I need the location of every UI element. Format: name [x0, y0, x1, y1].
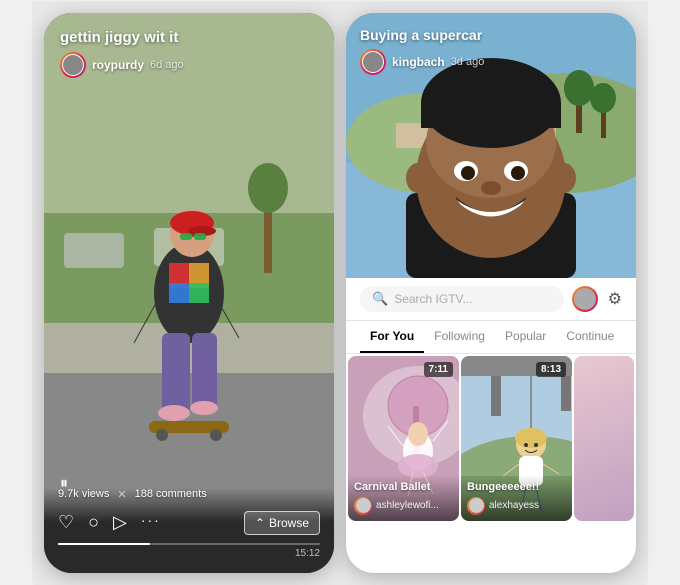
comments-count: 188 comments [135, 488, 207, 500]
right-user-row: kingbach 3d ago [360, 49, 622, 75]
right-phone: Buying a supercar kingbach 3d ago 🔍 Sear… [346, 13, 636, 573]
thumb1-username: ashleylewofi... [376, 500, 439, 511]
more-options-icon[interactable]: ··· [141, 512, 161, 533]
actions-row: ♡ ○ ▷ ··· ⌃ Browse [58, 511, 320, 535]
thumb1-user-row: ashleylewofi... [354, 497, 453, 515]
search-placeholder: Search IGTV... [394, 292, 472, 306]
video-duration: 15:12 [295, 548, 320, 559]
thumb2-duration: 8:13 [536, 362, 566, 377]
right-username[interactable]: kingbach [392, 55, 445, 69]
stats-row: 9.7k views ✕ 188 comments [58, 488, 320, 501]
progress-container: 15:12 [58, 543, 320, 559]
comment-icon[interactable]: ○ [88, 512, 99, 533]
left-video-bottom: 9.7k views ✕ 188 comments ♡ ○ ▷ ··· ⌃ Br… [44, 488, 334, 573]
left-phone: gettin jiggy wit it roypurdy 6d ago 9.7k… [44, 13, 334, 573]
tab-popular[interactable]: Popular [495, 321, 556, 353]
thumb1-duration: 7:11 [424, 362, 453, 377]
thumb2-title: Bungeeeeee!! [467, 481, 566, 493]
right-avatar [362, 51, 384, 73]
videos-grid: 7:11 Carnival Ballet ashleylewofi... [346, 354, 636, 523]
pause-icon: ⏸ [60, 475, 68, 492]
left-time-ago: 6d ago [150, 59, 184, 71]
separator: ✕ [117, 488, 126, 501]
browse-button[interactable]: ⌃ Browse [244, 511, 320, 535]
settings-icon[interactable]: ⚙ [608, 289, 622, 309]
search-icon: 🔍 [372, 291, 388, 307]
thumb2-label: Bungeeeeee!! alexhayess [461, 475, 572, 521]
progress-fill [58, 543, 150, 545]
progress-track[interactable] [58, 543, 320, 545]
profile-icon[interactable] [572, 286, 598, 312]
action-icons-group: ♡ ○ ▷ ··· [58, 512, 244, 533]
thumb1-avatar [356, 498, 371, 513]
video-thumb-3[interactable] [574, 356, 634, 521]
tab-following[interactable]: Following [424, 321, 495, 353]
tab-continue[interactable]: Continue [556, 321, 624, 353]
thumb2-username: alexhayess [489, 500, 539, 511]
right-time-ago: 3d ago [451, 56, 485, 68]
like-icon[interactable]: ♡ [58, 512, 74, 533]
search-input-area[interactable]: 🔍 Search IGTV... [360, 286, 564, 312]
thumb2-avatar [469, 498, 484, 513]
right-top-video[interactable]: Buying a supercar kingbach 3d ago [346, 13, 636, 278]
thumb1-label: Carnival Ballet ashleylewofi... [348, 475, 459, 521]
search-bar: 🔍 Search IGTV... ⚙ [346, 278, 636, 321]
thumb1-title: Carnival Ballet [354, 481, 453, 493]
tabs-row: For You Following Popular Continue [346, 321, 636, 354]
video-thumb-2[interactable]: 8:13 Bungeeeeee!! alexhayess [461, 356, 572, 521]
right-video-header: Buying a supercar kingbach 3d ago [360, 27, 622, 75]
tab-for-you[interactable]: For You [360, 321, 424, 353]
left-avatar-ring [60, 52, 86, 78]
right-avatar-ring [360, 49, 386, 75]
video-thumb-1[interactable]: 7:11 Carnival Ballet ashleylewofi... [348, 356, 459, 521]
left-video-title: gettin jiggy wit it [60, 29, 318, 46]
browse-label: Browse [269, 516, 309, 530]
left-avatar [62, 54, 84, 76]
app-container: gettin jiggy wit it roypurdy 6d ago 9.7k… [32, 1, 648, 585]
profile-avatar [574, 288, 596, 310]
pause-button[interactable]: ⏸ [60, 475, 68, 493]
right-video-title: Buying a supercar [360, 27, 622, 43]
header-icons: ⚙ [572, 286, 622, 312]
left-user-row: roypurdy 6d ago [60, 52, 318, 78]
thumb2-avatar-ring [467, 497, 485, 515]
left-video-header: gettin jiggy wit it roypurdy 6d ago [60, 29, 318, 78]
left-username[interactable]: roypurdy [92, 58, 144, 72]
browse-chevron-icon: ⌃ [255, 516, 265, 530]
share-icon[interactable]: ▷ [113, 512, 127, 533]
thumb2-user-row: alexhayess [467, 497, 566, 515]
thumb1-avatar-ring [354, 497, 372, 515]
progress-time-row: 15:12 [58, 548, 320, 559]
